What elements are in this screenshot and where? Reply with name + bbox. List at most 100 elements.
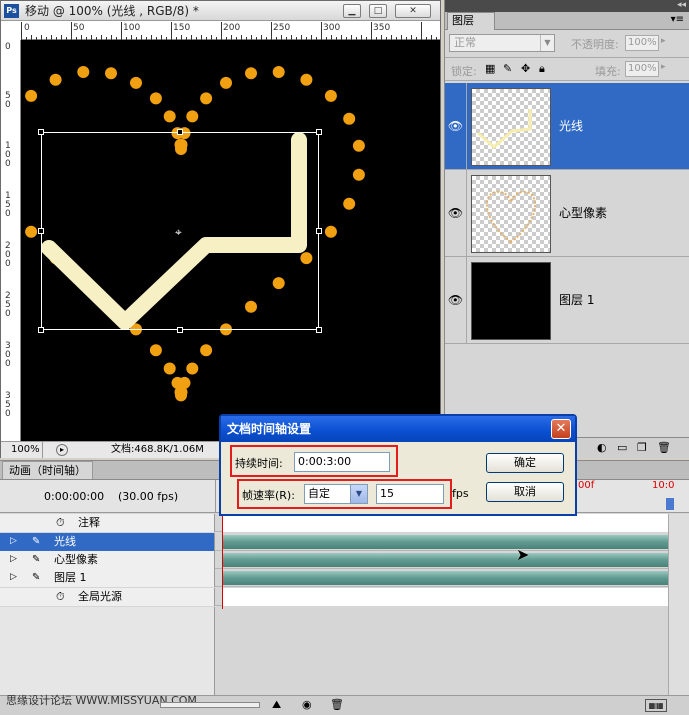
collapse-icon[interactable]: ◂◂: [677, 0, 686, 11]
transform-handle[interactable]: [316, 327, 322, 333]
expand-arrow-icon[interactable]: ▷: [10, 551, 17, 568]
zoom-level[interactable]: 100%: [1, 442, 43, 458]
stopwatch-icon[interactable]: ⏱︎: [56, 588, 65, 605]
track-comment[interactable]: ⏱︎ 注释: [0, 514, 689, 532]
ruler-label: 0: [5, 42, 11, 52]
brush-icon: ✎: [32, 536, 41, 547]
framerate-label: 帧速率(R):: [242, 489, 295, 502]
transform-handle[interactable]: [38, 327, 44, 333]
heart-dot: [352, 139, 365, 152]
heart-dot: [200, 92, 213, 105]
heart-dot: [149, 344, 162, 357]
ruler-label: 350: [373, 23, 391, 33]
empty-track-area: [0, 607, 215, 696]
opacity-slider-arrow-icon[interactable]: ▸: [661, 36, 666, 46]
track-lane[interactable]: [222, 588, 668, 606]
layer-row-心型像素[interactable]: 👁︎ 心型像素: [445, 170, 689, 257]
visibility-eye-icon[interactable]: 👁︎: [445, 257, 467, 343]
lock-position-icon[interactable]: ✥: [521, 62, 530, 75]
new-layer-icon[interactable]: ❐: [637, 441, 647, 454]
transform-handle[interactable]: [177, 327, 183, 333]
track-lane[interactable]: [222, 514, 668, 532]
time-ruler-mark: 00f: [578, 480, 595, 491]
heart-dot: [171, 376, 184, 389]
layer-row-光线[interactable]: 👁︎ 光线: [445, 83, 689, 170]
framerate-input[interactable]: 15: [376, 484, 444, 504]
transform-handle[interactable]: [177, 129, 183, 135]
ok-button[interactable]: 确定: [486, 453, 564, 473]
ruler-label: 200: [223, 23, 241, 33]
track-name: 全局光源: [78, 590, 122, 603]
folder-icon[interactable]: ▭: [617, 441, 627, 454]
framerate-select[interactable]: 自定 ▼: [304, 484, 368, 504]
trash-icon[interactable]: 🗑︎: [657, 441, 671, 454]
canvas[interactable]: ⌖: [21, 40, 440, 441]
heart-dot: [163, 362, 176, 375]
blend-mode-select[interactable]: 正常 ▼: [449, 34, 555, 52]
tab-layers[interactable]: 图层: [447, 12, 495, 30]
chevron-down-icon[interactable]: ▼: [350, 485, 367, 503]
heart-dot: [25, 225, 38, 238]
heart-dot: [186, 110, 199, 123]
layers-tab-bar: 图层 ▾≡: [445, 12, 689, 30]
stopwatch-icon[interactable]: ⏱︎: [56, 514, 65, 531]
layer-thumbnail: [471, 88, 551, 166]
tab-animation[interactable]: 动画（时间轴）: [2, 461, 93, 479]
trash-icon[interactable]: 🗑︎: [330, 698, 344, 711]
fill-input[interactable]: 100%: [625, 61, 659, 77]
opacity-input[interactable]: 100%: [625, 35, 659, 51]
layer-duration-bar[interactable]: [222, 571, 668, 585]
heart-dot: [343, 112, 356, 125]
file-size: 文档:468.8K/1.06M: [111, 444, 204, 455]
visibility-eye-icon[interactable]: 👁︎: [445, 170, 467, 256]
layer-duration-bar[interactable]: [222, 553, 668, 567]
ruler-label: 1 5 0: [5, 191, 11, 219]
track-global-light[interactable]: ⏱︎ 全局光源: [0, 588, 689, 606]
frame-mode-icon[interactable]: ▦▦: [645, 699, 667, 712]
layer-duration-bar[interactable]: [222, 535, 668, 549]
time-ruler-mark: 10:0: [652, 480, 675, 491]
lock-paint-icon[interactable]: ✎: [503, 62, 512, 75]
close-button[interactable]: ✕: [395, 4, 431, 18]
timeline-scrollbar[interactable]: [668, 514, 689, 696]
visibility-eye-icon[interactable]: 👁︎: [445, 83, 467, 169]
heart-dot: [324, 89, 337, 102]
cancel-button[interactable]: 取消: [486, 482, 564, 502]
zoom-in-icon[interactable]: ⛰︎: [272, 698, 281, 712]
expand-arrow-icon[interactable]: ▷: [10, 569, 17, 586]
current-timecode[interactable]: 0:00:00:00: [44, 490, 104, 503]
transform-handle[interactable]: [38, 228, 44, 234]
layer-thumbnail: [471, 175, 551, 253]
lock-all-icon[interactable]: 🔒︎: [539, 62, 545, 76]
heart-dot: [105, 67, 117, 80]
panel-menu-icon[interactable]: ▾≡: [671, 14, 684, 25]
document-window: 移动 @ 100% (光线 , RGB/8) * Ps ▁ □ ✕ 0 50 1…: [0, 0, 441, 458]
heart-dot: [272, 66, 285, 78]
track-name: 图层 1: [54, 571, 87, 584]
track-label: ▷ ✎ 图层 1: [0, 569, 215, 587]
duration-input[interactable]: 0:00:3:00: [294, 452, 390, 472]
dialog-title[interactable]: 文档时间轴设置: [221, 416, 575, 442]
close-icon[interactable]: ✕: [551, 419, 571, 439]
status-menu-icon[interactable]: ▸: [56, 444, 68, 456]
work-area-end-handle[interactable]: [666, 498, 674, 510]
track-心型像素[interactable]: ▷ ✎ 心型像素: [0, 551, 689, 569]
heart-dot: [200, 344, 213, 357]
fill-slider-arrow-icon[interactable]: ▸: [661, 62, 666, 72]
layer-row-图层1[interactable]: 👁︎ 图层 1: [445, 257, 689, 344]
transform-handle[interactable]: [38, 129, 44, 135]
zoom-slider[interactable]: [160, 702, 260, 708]
ruler-label: 0: [24, 23, 30, 33]
expand-arrow-icon[interactable]: ▷: [10, 533, 17, 550]
track-光线[interactable]: ▷ ✎ 光线: [0, 533, 689, 551]
transform-handle[interactable]: [316, 129, 322, 135]
brush-icon: ✎: [32, 554, 41, 565]
vertical-ruler: 0 5 0 1 0 0 1 5 0 2 0 0 2 5 0 3 0 0 3 5 …: [1, 40, 21, 441]
lock-transparent-icon[interactable]: ▦: [485, 62, 495, 75]
maximize-button[interactable]: □: [369, 4, 387, 18]
transform-handle[interactable]: [316, 228, 322, 234]
minimize-button[interactable]: ▁: [343, 4, 361, 18]
track-图层1[interactable]: ▷ ✎ 图层 1: [0, 569, 689, 587]
layer-style-icon[interactable]: ◐: [597, 441, 607, 454]
convert-to-frame-icon[interactable]: ◉: [302, 698, 312, 711]
